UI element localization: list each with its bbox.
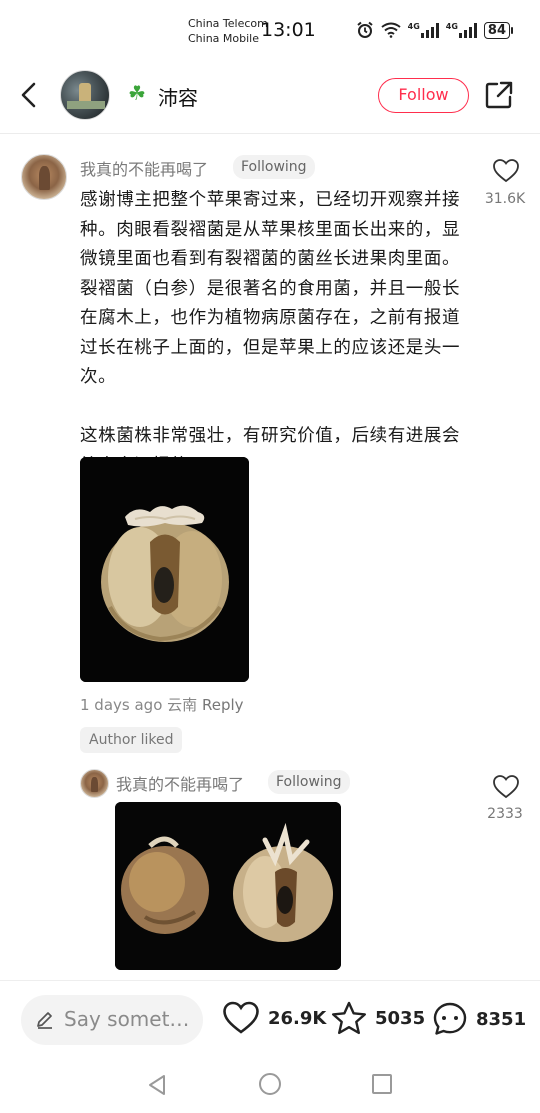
comments-button[interactable]: 8351	[432, 1001, 526, 1037]
commenter-avatar[interactable]	[80, 769, 109, 798]
comment-bubble-icon	[433, 1002, 467, 1035]
status-time: 13:01	[261, 19, 316, 41]
heart-icon	[223, 1001, 259, 1034]
nav-home-icon[interactable]	[259, 1073, 281, 1095]
comment-input[interactable]: Say somet…	[21, 995, 203, 1045]
signal-bars-icon	[420, 22, 439, 38]
heart-icon[interactable]	[492, 774, 520, 800]
battery-indicator: 84	[483, 21, 514, 39]
carrier-names: China Telecom China Mobile	[188, 16, 268, 46]
status-icons: 4G 4G 84	[356, 21, 514, 39]
post-header: ☘ 沛容 Follow	[0, 62, 540, 134]
alarm-icon	[356, 21, 373, 38]
comment-image-apple[interactable]	[80, 457, 249, 682]
reply-button[interactable]: Reply	[202, 696, 244, 714]
like-count: 2333	[487, 806, 523, 822]
bottom-action-bar: Say somet… 26.9K 5035 8351	[0, 980, 540, 1058]
back-arrow-icon[interactable]	[16, 80, 44, 110]
follow-button[interactable]: Follow	[378, 78, 469, 113]
author-username[interactable]: 沛容	[158, 82, 198, 111]
two-apples-image	[115, 802, 341, 970]
commenter-name[interactable]: 我真的不能再喝了	[116, 771, 244, 795]
split-apple-image	[80, 457, 249, 682]
signal-2: 4G	[446, 22, 477, 38]
following-badge: Following	[268, 770, 350, 794]
status-bar: China Telecom China Mobile 13:01 4G 4G 8…	[0, 0, 540, 62]
commenter-avatar[interactable]	[21, 154, 67, 200]
comment-total: 8351	[476, 1008, 527, 1030]
like-button[interactable]: 26.9K	[222, 1001, 326, 1035]
nav-recents-icon[interactable]	[372, 1074, 392, 1094]
author-avatar[interactable]	[60, 70, 110, 120]
collect-total: 5035	[375, 1007, 426, 1029]
share-icon[interactable]	[484, 80, 514, 110]
like-total: 26.9K	[268, 1007, 327, 1029]
pencil-icon	[37, 1012, 52, 1029]
comment-time: 1 days ago	[80, 696, 163, 714]
nav-back-icon[interactable]	[146, 1074, 168, 1096]
comment-meta: 1 days ago 云南 Reply	[80, 694, 244, 715]
comment-input-placeholder: Say somet…	[64, 1007, 189, 1031]
network-type-1: 4G	[407, 22, 420, 31]
signal-1: 4G	[408, 22, 439, 38]
comment-text: 感谢博主把整个苹果寄过来，已经切开观察并接种。肉眼看裂褶菌是从苹果核里面长出来的…	[80, 190, 461, 476]
system-nav-bar	[0, 1058, 540, 1113]
network-type-2: 4G	[445, 22, 458, 31]
signal-bars-icon	[458, 22, 477, 38]
carrier-1: China Telecom	[188, 17, 268, 30]
collect-button[interactable]: 5035	[331, 1001, 425, 1035]
like-count: 31.6K	[484, 191, 526, 207]
comment-location: 云南	[167, 696, 198, 714]
comment-image-apples[interactable]	[115, 802, 341, 970]
following-badge: Following	[233, 155, 315, 179]
wifi-icon	[381, 22, 401, 38]
star-icon	[332, 1001, 366, 1035]
heart-icon[interactable]	[492, 158, 520, 184]
author-liked-badge: Author liked	[80, 727, 183, 753]
commenter-name[interactable]: 我真的不能再喝了	[80, 156, 208, 180]
clover-icon: ☘	[128, 81, 146, 105]
carrier-2: China Mobile	[188, 32, 260, 45]
